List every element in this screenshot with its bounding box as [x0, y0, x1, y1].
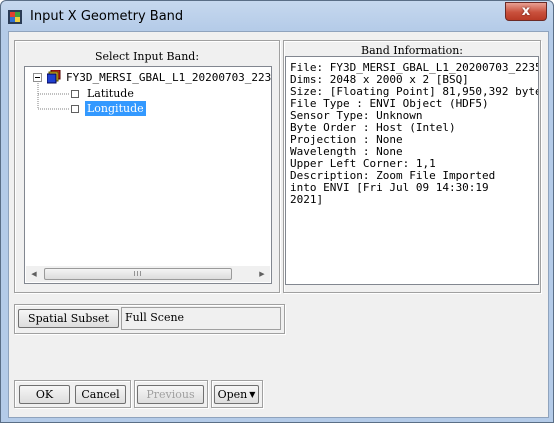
close-button[interactable]: x — [505, 2, 547, 21]
file-stack-icon — [47, 70, 61, 84]
info-line: 2021] — [290, 193, 324, 206]
band-tree[interactable]: FY3D_MERSI_GBAL_L1_20200703_2235_G Latit… — [24, 66, 272, 284]
horizontal-scrollbar[interactable]: ◀ III ▶ — [26, 266, 270, 282]
tree-band-latitude[interactable]: Latitude — [85, 86, 136, 101]
cancel-button[interactable]: Cancel — [75, 385, 126, 404]
chevron-down-icon: ▼ — [249, 390, 256, 399]
open-button-label: Open — [217, 388, 248, 401]
previous-button[interactable]: Previous — [137, 385, 204, 404]
title-bar[interactable]: Input X Geometry Band x — [1, 1, 553, 31]
ok-button[interactable]: OK — [19, 385, 70, 404]
band-icon — [71, 90, 79, 98]
close-icon: x — [521, 4, 531, 19]
envi-app-icon — [8, 10, 22, 24]
tree-file-item[interactable]: FY3D_MERSI_GBAL_L1_20200703_2235_G — [66, 71, 271, 84]
tree-collapse-toggle[interactable] — [33, 73, 42, 82]
band-icon — [71, 105, 79, 113]
spatial-subset-value: Full Scene — [121, 307, 281, 330]
scroll-thumb[interactable]: III — [44, 268, 232, 280]
open-button[interactable]: Open ▼ — [214, 385, 259, 404]
select-band-heading: Select Input Band: — [94, 50, 200, 63]
tree-band-longitude[interactable]: Longitude — [85, 101, 146, 116]
minus-icon — [35, 77, 40, 78]
band-info-text: File: FY3D_MERSI_GBAL_L1_20200703_2235_G… — [285, 56, 539, 285]
window-title: Input X Geometry Band — [30, 9, 184, 24]
scroll-left-icon[interactable]: ◀ — [26, 266, 42, 282]
spatial-subset-button[interactable]: Spatial Subset — [18, 309, 119, 328]
scroll-right-icon[interactable]: ▶ — [254, 266, 270, 282]
